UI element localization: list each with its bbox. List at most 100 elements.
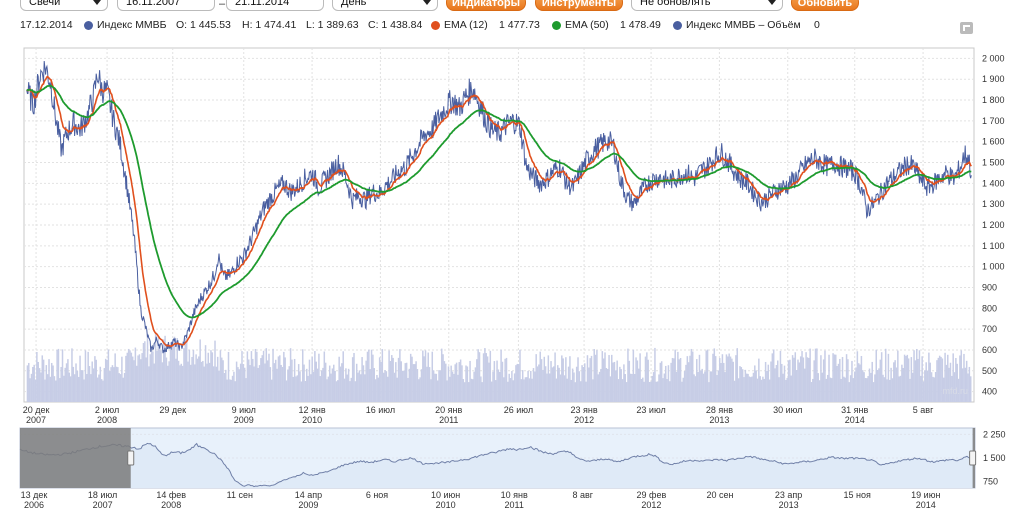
volume-bar [171, 342, 173, 402]
volume-bar [592, 379, 594, 402]
volume-bar [578, 371, 581, 402]
volume-bar [828, 354, 830, 402]
volume-bar [783, 365, 786, 402]
volume-bar [581, 365, 583, 402]
volume-bar [257, 367, 259, 402]
volume-bar [606, 369, 609, 402]
volume-bar [473, 371, 475, 402]
volume-bar [818, 380, 821, 402]
volume-bar [239, 363, 242, 402]
volume-bar [222, 360, 224, 402]
volume-bar [654, 347, 656, 402]
volume-bar [137, 355, 139, 402]
volume-bar [547, 355, 550, 402]
volume-bar [258, 365, 261, 402]
volume-bar [492, 371, 494, 402]
volume-bar [513, 373, 516, 402]
x-tick-label: 9 июл [232, 405, 256, 415]
volume-bar [443, 361, 446, 402]
navigator-x-tick-label: 20 сен [707, 490, 734, 500]
volume-bar [584, 363, 586, 402]
volume-bar [805, 352, 807, 402]
y-tick-label: 1 300 [982, 199, 1005, 209]
volume-bar [647, 359, 649, 402]
volume-bar [470, 378, 473, 402]
volume-bar [820, 355, 822, 402]
volume-bar [637, 368, 640, 402]
volume-bar [198, 356, 200, 402]
volume-bar [141, 353, 143, 402]
volume-bar [736, 348, 739, 402]
volume-bar [829, 377, 832, 402]
volume-bar [161, 362, 164, 402]
volume-bar [300, 381, 303, 402]
volume-bar [550, 361, 552, 402]
volume-bar [772, 349, 775, 402]
volume-bar [366, 351, 369, 402]
navigator-x-tick-label: 29 фев [637, 490, 667, 500]
volume-bar [250, 351, 253, 402]
volume-bar [29, 378, 31, 402]
volume-bar [322, 367, 324, 402]
volume-bar [490, 381, 493, 402]
volume-bar [902, 368, 904, 402]
volume-bar [145, 357, 147, 402]
navigator-x-tick-label: 14 фев [156, 490, 186, 500]
volume-bar [428, 367, 431, 402]
navigator-handle-left[interactable] [127, 450, 135, 466]
volume-bar [512, 380, 514, 402]
y-tick-label: 1 500 [982, 158, 1005, 168]
volume-bar [917, 358, 919, 402]
volume-bar [724, 372, 726, 402]
volume-bar [389, 360, 392, 402]
volume-bar [708, 382, 710, 402]
volume-bar [924, 370, 926, 402]
volume-bar [457, 374, 459, 402]
navigator-x-tick-label: 23 апр [775, 490, 802, 500]
volume-bar [868, 368, 871, 402]
x-tick-label: 12 янв [299, 405, 326, 415]
volume-bar [432, 370, 435, 402]
volume-bar [774, 368, 776, 402]
volume-bar [370, 349, 373, 402]
volume-bar [589, 358, 591, 402]
volume-bar [312, 371, 315, 402]
volume-bar [156, 350, 158, 402]
volume-bar [168, 361, 170, 402]
volume-bar [254, 348, 257, 402]
volume-bar [563, 375, 566, 402]
volume-bar [202, 360, 204, 402]
volume-bar [539, 351, 541, 402]
volume-bar [107, 349, 110, 402]
x-tick-label: 23 янв [571, 405, 598, 415]
volume-bar [288, 366, 290, 402]
volume-bar [623, 364, 625, 402]
volume-bar [413, 364, 416, 402]
volume-bar [73, 374, 76, 402]
volume-bar [160, 350, 162, 402]
volume-bar [520, 379, 523, 402]
volume-bar [102, 380, 104, 402]
volume-bar [422, 350, 424, 402]
volume-bar [601, 351, 604, 402]
volume-bar [253, 366, 255, 402]
volume-bar [859, 364, 861, 402]
volume-bar [732, 361, 734, 402]
y-tick-label: 500 [982, 366, 997, 376]
volume-bar [469, 360, 471, 402]
navigator-handle-right[interactable] [969, 450, 977, 466]
volume-bar [218, 370, 220, 402]
volume-bar [864, 377, 867, 402]
volume-bar [759, 376, 761, 402]
volume-bar [63, 375, 65, 402]
volume-bar [629, 373, 632, 402]
volume-bar [474, 367, 477, 402]
volume-bar [789, 359, 791, 402]
volume-bar [127, 348, 130, 402]
volume-bar [781, 363, 783, 402]
navigator-mask-left [20, 428, 131, 488]
volume-bar [632, 349, 635, 402]
volume-bar [123, 372, 126, 402]
volume-bar [262, 350, 265, 402]
volume-bar [146, 333, 149, 402]
